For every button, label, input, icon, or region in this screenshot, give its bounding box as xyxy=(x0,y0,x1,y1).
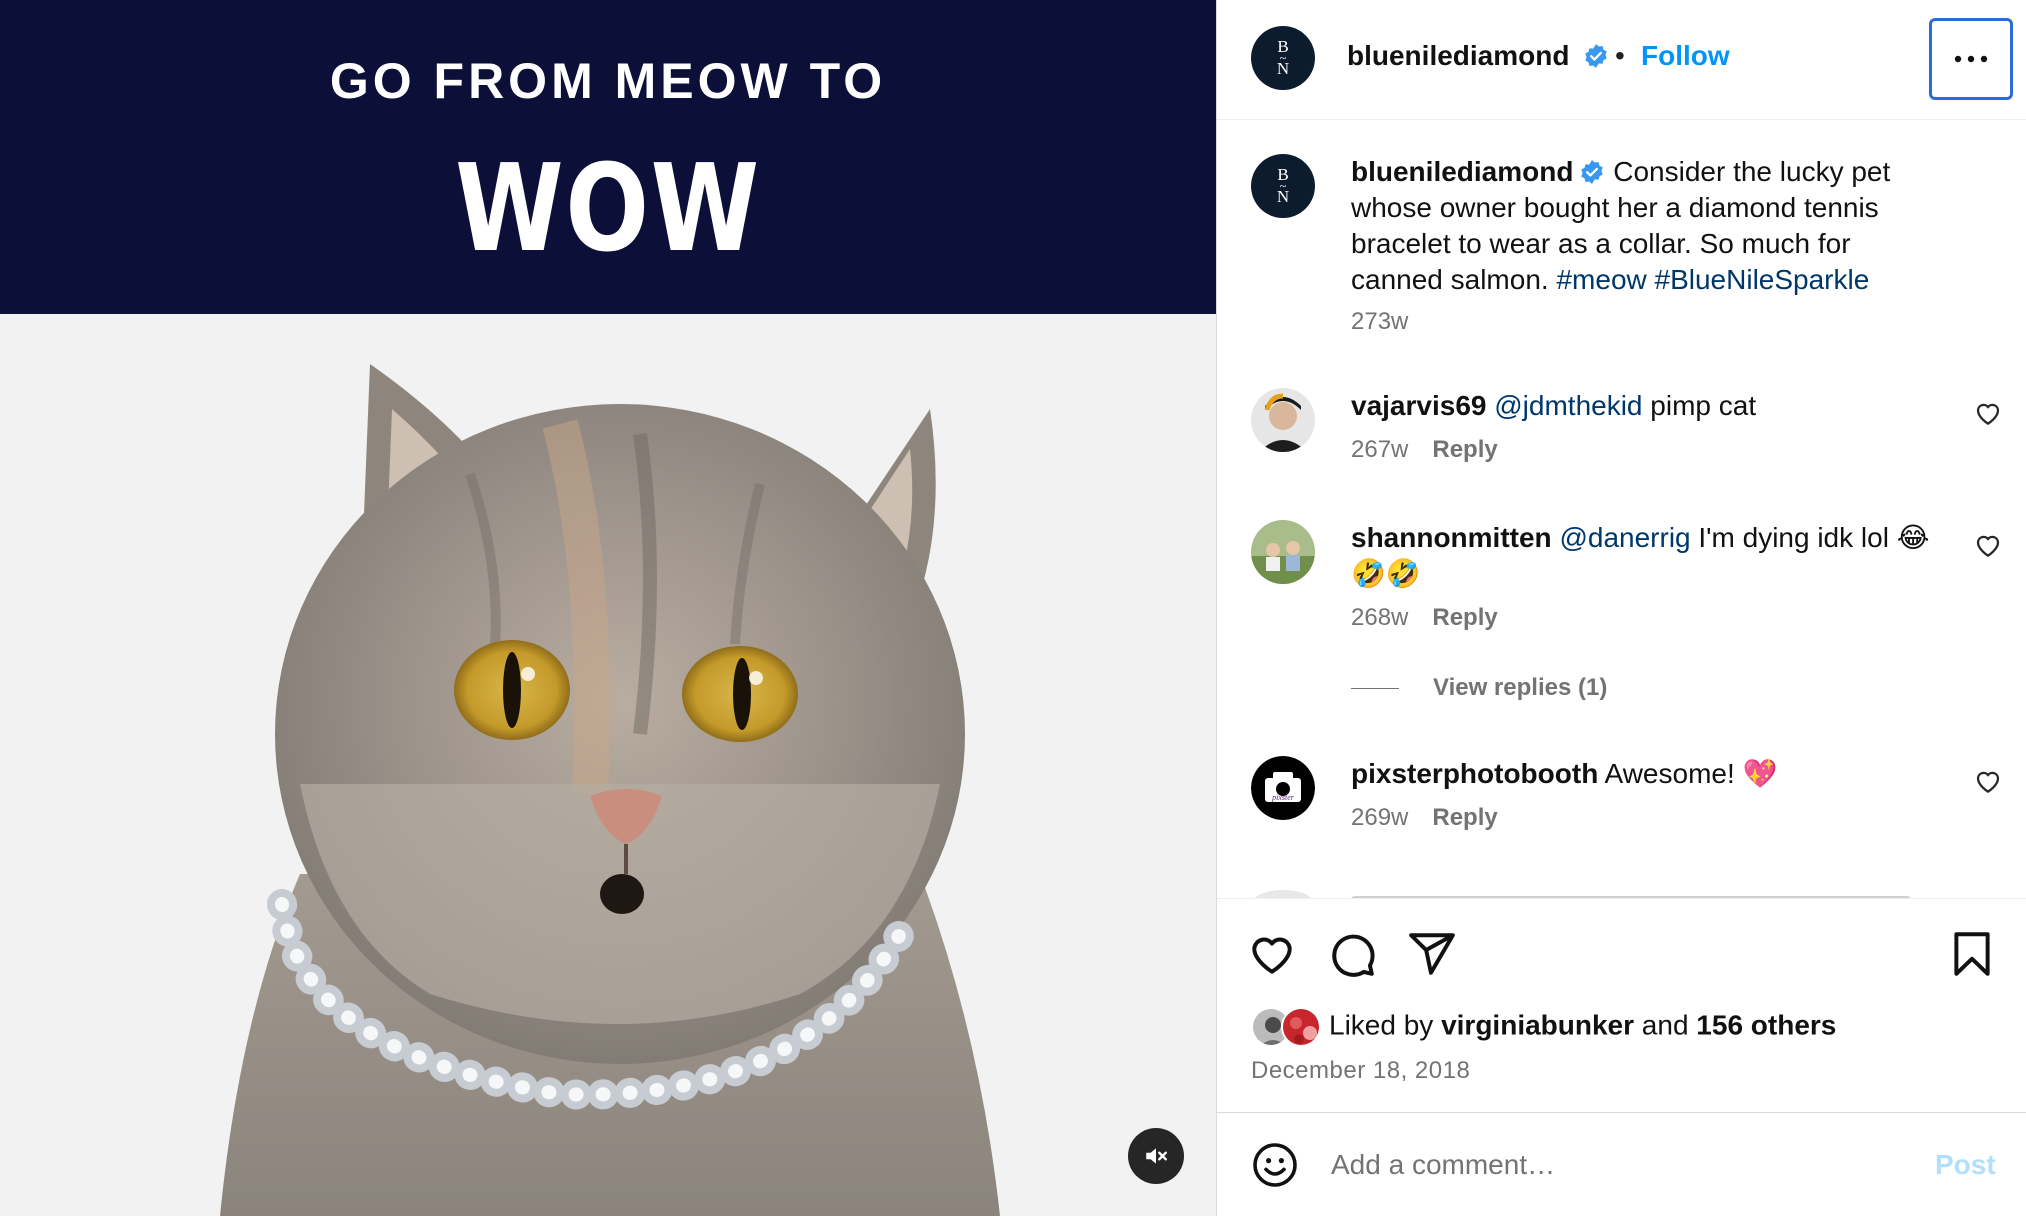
post-actions: Liked by virginiabunker and 156 others D… xyxy=(1217,898,2026,1114)
liked-by-others[interactable]: 156 others xyxy=(1696,1009,1836,1040)
follow-button[interactable]: Follow xyxy=(1641,40,1730,72)
caption-username[interactable]: bluenilediamond xyxy=(1351,156,1573,187)
banner-wow-text: WOW xyxy=(455,140,761,279)
comment-text: vajarvis69 @jdmthekid pimp cat xyxy=(1351,388,1941,424)
comment-text: shannonmitten @danerrig I'm dying idk lo… xyxy=(1351,520,1941,592)
caption-avatar[interactable]: B ~ N xyxy=(1251,154,1315,218)
post-date[interactable]: December 18, 2018 xyxy=(1251,1057,1470,1085)
hashtag-bluenilesparkle[interactable]: #BlueNileSparkle xyxy=(1655,264,1870,295)
comment-like-heart-icon[interactable] xyxy=(1973,398,2003,428)
comment-composer: Post xyxy=(1217,1112,2026,1216)
post-media[interactable]: GO FROM MEOW TO WOW xyxy=(0,0,1216,1216)
liker-avatar xyxy=(1281,1007,1321,1047)
verified-badge-icon xyxy=(1585,44,1607,68)
likes-summary[interactable]: Liked by virginiabunker and 156 others xyxy=(1251,1007,1836,1047)
liked-by-avatars xyxy=(1251,1007,1327,1047)
profile-avatar[interactable]: B ~ N xyxy=(1251,26,1315,90)
more-horizontal-icon xyxy=(1954,55,1988,63)
commenter-avatar[interactable]: pixster xyxy=(1251,756,1315,820)
comment-username[interactable]: vajarvis69 xyxy=(1351,390,1486,421)
comment-icon[interactable] xyxy=(1327,929,1377,979)
next-comment-partial xyxy=(1251,888,1951,898)
more-options-button[interactable] xyxy=(1929,18,2013,100)
banner-headline: GO FROM MEOW TO xyxy=(329,53,887,109)
heart-icon[interactable] xyxy=(1247,929,1297,979)
comment-like-heart-icon[interactable] xyxy=(1973,766,2003,796)
comment-body: Awesome! 💖 xyxy=(1598,758,1778,789)
post-header: B ~ N bluenilediamond • Follow xyxy=(1217,0,2026,120)
add-comment-input[interactable] xyxy=(1331,1141,1891,1189)
svg-text:pixster: pixster xyxy=(1271,793,1295,802)
comment-mention[interactable]: @danerrig xyxy=(1559,522,1690,553)
verified-badge-icon xyxy=(1581,160,1604,184)
post-details-panel: B ~ N bluenilediamond • Follow B ~ N blu… xyxy=(1216,0,2026,1216)
comment-text: pixsterphotobooth Awesome! 💖 xyxy=(1351,756,1941,792)
post-comment-button[interactable]: Post xyxy=(1935,1149,1996,1181)
avatar-image: pixster xyxy=(1251,756,1315,820)
caption-timestamp: 273w xyxy=(1351,308,1409,335)
reply-button[interactable]: Reply xyxy=(1432,804,1497,831)
avatar-image xyxy=(1251,388,1315,452)
commenter-avatar[interactable] xyxy=(1251,520,1315,584)
view-replies-button[interactable]: View replies (1) xyxy=(1351,674,1607,702)
replies-divider xyxy=(1351,688,1399,690)
comment-meta: 268w Reply xyxy=(1351,604,1498,632)
reply-button[interactable]: Reply xyxy=(1432,604,1497,631)
smiley-icon[interactable] xyxy=(1251,1141,1299,1189)
mute-toggle-button[interactable] xyxy=(1128,1128,1184,1184)
comments-list[interactable]: B ~ N bluenilediamond Consider the lucky… xyxy=(1217,120,2026,898)
comment-mention[interactable]: @jdmthekid xyxy=(1494,390,1642,421)
comment-like-heart-icon[interactable] xyxy=(1973,530,2003,560)
comment-timestamp: 269w xyxy=(1351,804,1409,831)
comment-meta: 269w Reply xyxy=(1351,804,1498,832)
comment-username[interactable]: pixsterphotobooth xyxy=(1351,758,1598,789)
comment-username[interactable]: shannonmitten xyxy=(1351,522,1552,553)
reply-button[interactable]: Reply xyxy=(1432,436,1497,463)
cat-with-diamond-collar-image xyxy=(220,364,1000,1216)
comment-timestamp: 267w xyxy=(1351,436,1409,463)
comment-body: pimp cat xyxy=(1642,390,1757,421)
avatar-image xyxy=(1251,520,1315,584)
separator-dot: • xyxy=(1615,40,1625,71)
volume-muted-icon xyxy=(1146,1148,1167,1164)
header-username[interactable]: bluenilediamond xyxy=(1347,40,1609,72)
hashtag-meow[interactable]: #meow xyxy=(1556,264,1646,295)
commenter-avatar[interactable] xyxy=(1251,388,1315,452)
share-icon[interactable] xyxy=(1407,929,1457,979)
promo-banner: GO FROM MEOW TO WOW xyxy=(0,0,1216,314)
caption-text: bluenilediamond Consider the lucky pet w… xyxy=(1351,154,1941,298)
comment-timestamp: 268w xyxy=(1351,604,1409,631)
comment-meta: 267w Reply xyxy=(1351,436,1498,464)
bookmark-icon[interactable] xyxy=(1947,929,1997,979)
liked-by-username[interactable]: virginiabunker xyxy=(1441,1009,1634,1040)
